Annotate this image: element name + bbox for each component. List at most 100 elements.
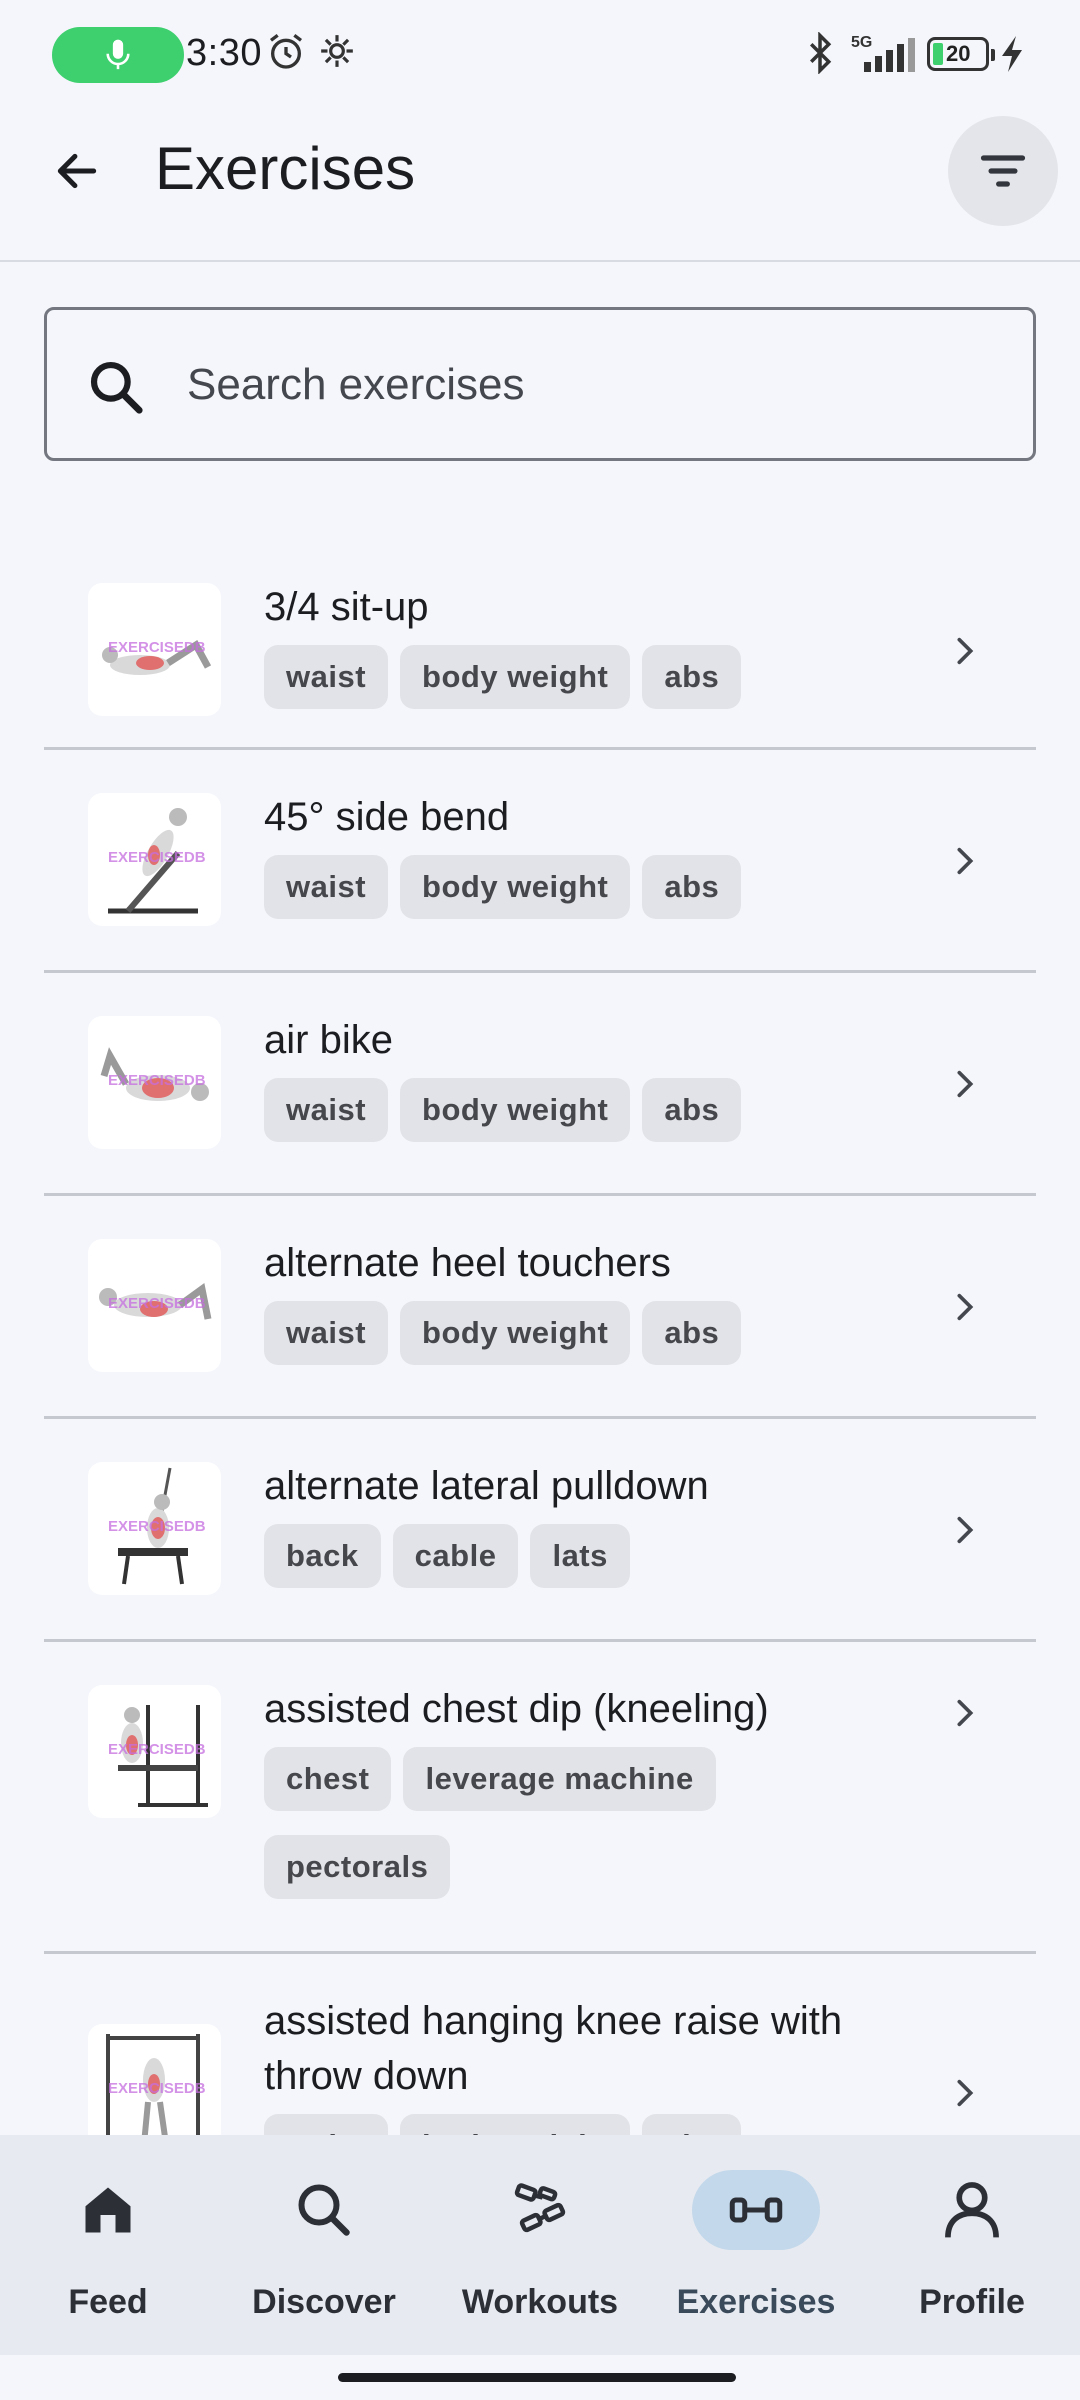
exercise-name: 3/4 sit-up: [264, 585, 429, 629]
exercise-tags: chest leverage machine pectorals: [264, 1747, 904, 1899]
thumbnail-watermark: EXERCISEDB: [108, 2080, 206, 2097]
tag-chip[interactable]: body weight: [400, 645, 631, 709]
mic-indicator[interactable]: [52, 27, 184, 83]
tag-chip[interactable]: abs: [642, 645, 742, 709]
dumbbell-icon: [514, 2183, 566, 2233]
tag-chip[interactable]: waist: [264, 1078, 389, 1142]
tag-chip[interactable]: waist: [264, 855, 389, 919]
tag-chip[interactable]: pectorals: [264, 1835, 451, 1899]
fitness-bar-icon: [729, 2197, 783, 2223]
exercise-row[interactable]: EXERCISEDB assisted chest dip (kneeling)…: [0, 1642, 1080, 1954]
tag-chip[interactable]: abs: [642, 2114, 742, 2135]
exercise-name: alternate lateral pulldown: [264, 1464, 709, 1508]
signal-icon: [864, 38, 915, 72]
tag-chip[interactable]: body weight: [400, 1078, 631, 1142]
battery-level: 20: [946, 41, 971, 66]
exercise-name: 45° side bend: [264, 795, 510, 839]
exercise-row[interactable]: EXERCISEDB 3/4 sit-up waist body weight …: [0, 540, 1080, 750]
tag-chip[interactable]: back: [264, 1524, 381, 1588]
nav-workouts[interactable]: Workouts: [432, 2135, 648, 2355]
exercise-row[interactable]: EXERCISEDB assisted hanging knee raise w…: [0, 1954, 1080, 2135]
tag-chip[interactable]: waist: [264, 2114, 389, 2135]
tag-chip[interactable]: abs: [642, 1078, 742, 1142]
exercise-tags: waist body weight abs: [264, 1301, 904, 1365]
nav-label: Discover: [252, 2283, 396, 2321]
search-box[interactable]: [44, 307, 1036, 461]
exercise-thumbnail: EXERCISEDB: [88, 1462, 221, 1595]
status-bar: 3:30 5G 20: [0, 0, 1080, 110]
thumbnail-watermark: EXERCISEDB: [108, 1741, 206, 1758]
home-indicator[interactable]: [338, 2373, 736, 2382]
nav-label: Workouts: [461, 2283, 619, 2321]
chevron-right-icon[interactable]: [948, 844, 982, 878]
nav-feed[interactable]: Feed: [0, 2135, 216, 2355]
back-button[interactable]: [38, 132, 116, 210]
nav-label: Feed: [68, 2283, 148, 2321]
nav-discover[interactable]: Discover: [216, 2135, 432, 2355]
exercise-thumbnail: EXERCISEDB: [88, 1239, 221, 1372]
alarm-icon: [270, 34, 302, 69]
exercise-tags: waist body weight abs: [264, 1078, 904, 1142]
home-icon: [85, 2187, 131, 2233]
tag-chip[interactable]: body weight: [400, 2114, 631, 2135]
chevron-right-icon[interactable]: [948, 634, 982, 668]
filter-button[interactable]: [948, 116, 1058, 226]
chevron-right-icon[interactable]: [948, 1513, 982, 1547]
thumbnail-watermark: EXERCISEDB: [108, 849, 206, 866]
exercise-list[interactable]: EXERCISEDB 3/4 sit-up waist body weight …: [0, 540, 1080, 2135]
exercise-row[interactable]: EXERCISEDB 45° side bend waist body weig…: [0, 750, 1080, 973]
exercise-row[interactable]: EXERCISEDB alternate heel touchers waist…: [0, 1196, 1080, 1419]
exercise-row[interactable]: EXERCISEDB air bike waist body weight ab…: [0, 973, 1080, 1196]
filter-icon: [980, 155, 1026, 187]
settings-gear-icon: [321, 35, 353, 67]
search-icon: [90, 361, 143, 414]
exercise-tags: waist body weight abs: [264, 645, 904, 709]
tag-chip[interactable]: cable: [392, 1524, 519, 1588]
exercise-thumbnail: EXERCISEDB: [88, 583, 221, 716]
chevron-right-icon[interactable]: [948, 2076, 982, 2110]
exercise-thumbnail: EXERCISEDB: [88, 793, 221, 926]
exercise-thumbnail: EXERCISEDB: [88, 1016, 221, 1149]
tag-chip[interactable]: abs: [642, 1301, 742, 1365]
battery-icon: 20: [927, 37, 995, 71]
tag-chip[interactable]: leverage machine: [403, 1747, 716, 1811]
exercise-tags: waist body weight abs: [264, 855, 904, 919]
exercise-row[interactable]: EXERCISEDB alternate lateral pulldown ba…: [0, 1419, 1080, 1642]
chevron-right-icon[interactable]: [948, 1696, 982, 1730]
exercise-name: air bike: [264, 1018, 393, 1062]
tag-chip[interactable]: lats: [530, 1524, 630, 1588]
thumbnail-watermark: EXERCISEDB: [108, 1518, 206, 1535]
chevron-right-icon[interactable]: [948, 1067, 982, 1101]
tag-chip[interactable]: chest: [264, 1747, 392, 1811]
tag-chip[interactable]: waist: [264, 645, 389, 709]
nav-profile[interactable]: Profile: [864, 2135, 1080, 2355]
thumbnail-watermark: EXERCISEDB: [108, 1295, 206, 1312]
exercise-tags: waist body weight abs: [264, 2114, 904, 2135]
charging-bolt-icon: [1002, 36, 1022, 72]
tag-chip[interactable]: abs: [642, 855, 742, 919]
exercise-tags: back cable lats: [264, 1524, 904, 1588]
thumbnail-watermark: EXERCISEDB: [108, 639, 206, 656]
person-icon: [945, 2182, 999, 2238]
exercise-thumbnail: EXERCISEDB: [88, 1685, 221, 1818]
nav-exercises[interactable]: Exercises: [648, 2135, 864, 2355]
exercise-thumbnail: EXERCISEDB: [88, 2024, 221, 2135]
bottom-navigation: Feed Discover Workouts Exercises Profile: [0, 2135, 1080, 2355]
search-input[interactable]: [187, 350, 987, 420]
app-bar: Exercises: [0, 110, 1080, 262]
exercise-name: alternate heel touchers: [264, 1241, 671, 1285]
page-title: Exercises: [155, 135, 416, 202]
search-icon: [298, 2184, 350, 2236]
exercise-name: assisted chest dip (kneeling): [264, 1687, 769, 1731]
thumbnail-watermark: EXERCISEDB: [108, 1072, 206, 1089]
nav-label: Profile: [919, 2283, 1025, 2321]
tag-chip[interactable]: body weight: [400, 855, 631, 919]
exercise-name: assisted hanging knee raise with throw d…: [264, 1999, 843, 2098]
tag-chip[interactable]: body weight: [400, 1301, 631, 1365]
exercises-screen: 3:30 5G 20 Exercises Search exercises EX…: [0, 0, 1080, 2400]
status-time: 3:30: [186, 32, 262, 74]
tag-chip[interactable]: waist: [264, 1301, 389, 1365]
mic-icon: [106, 39, 130, 70]
chevron-right-icon[interactable]: [948, 1290, 982, 1324]
bluetooth-icon: [810, 32, 832, 74]
